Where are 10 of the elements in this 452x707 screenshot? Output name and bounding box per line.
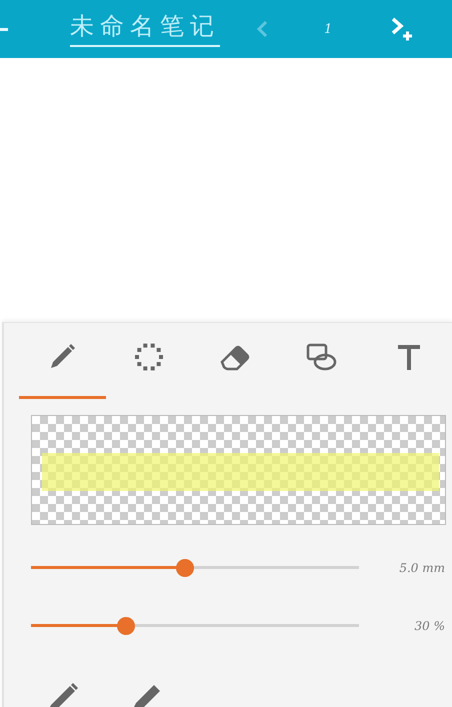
slider-reading: 5.0 mm: [398, 561, 445, 575]
lasso-select-icon: [132, 340, 165, 372]
shapes-icon: [306, 342, 338, 372]
slider-thumb[interactable]: [117, 617, 136, 635]
slider-reading: 30 %: [414, 619, 445, 633]
slider-thumb[interactable]: [176, 559, 194, 577]
minus-icon[interactable]: [0, 28, 8, 30]
add-page-button[interactable]: [390, 16, 414, 42]
page-number: 1: [324, 22, 332, 36]
note-title[interactable]: 未命名笔记: [70, 11, 220, 47]
